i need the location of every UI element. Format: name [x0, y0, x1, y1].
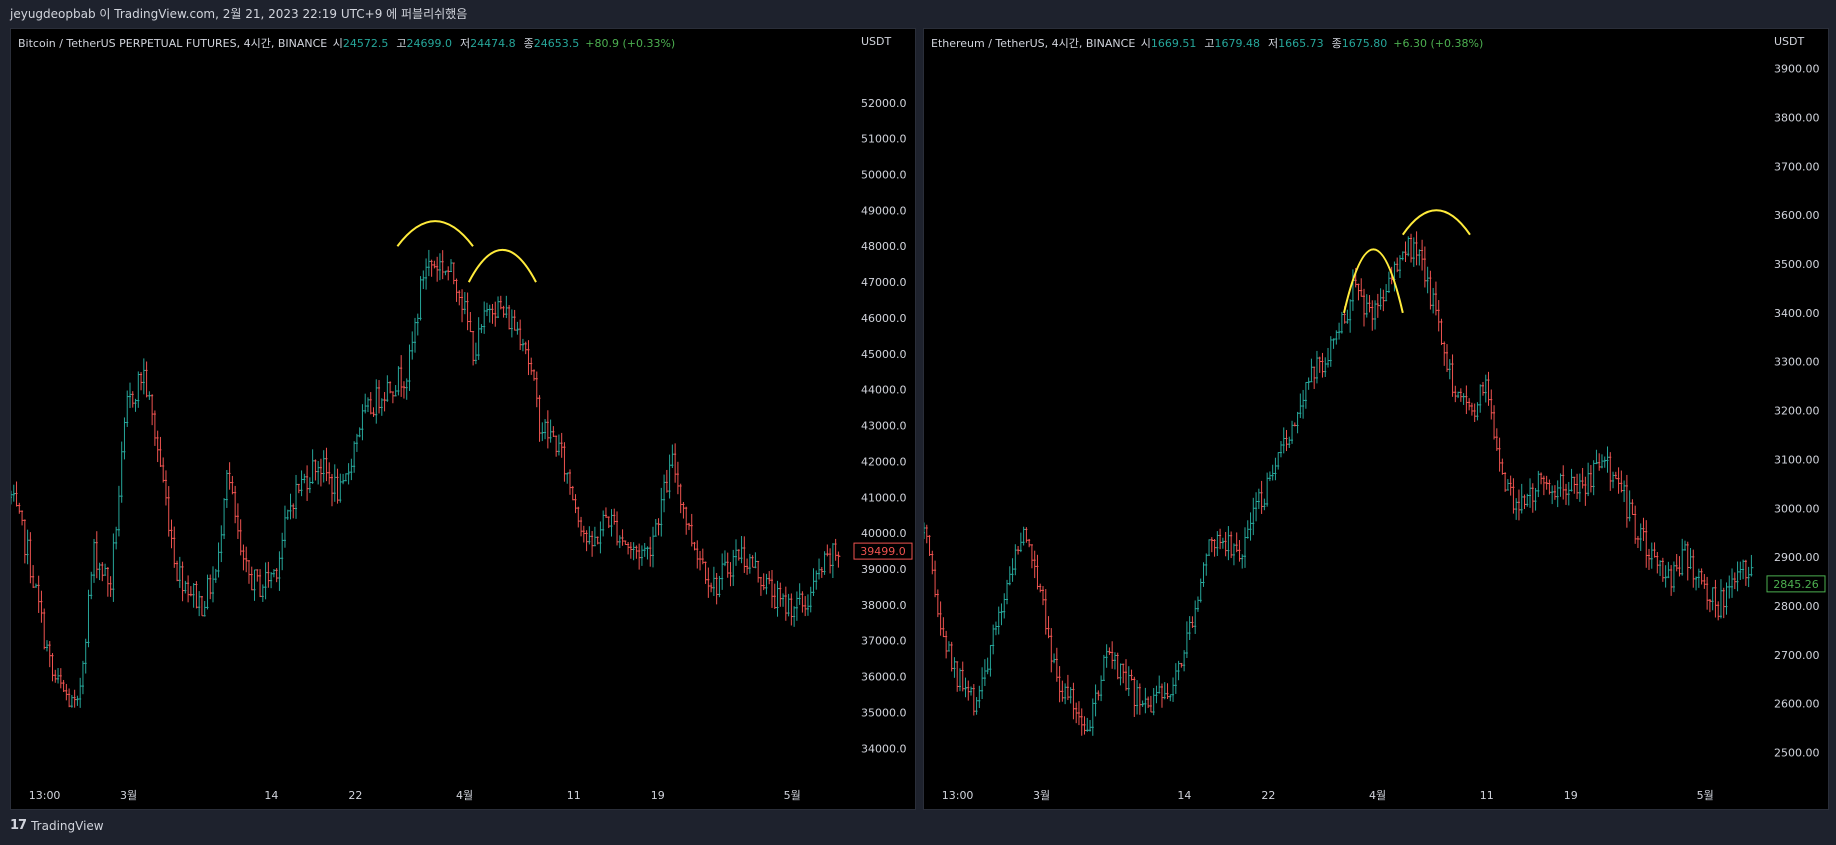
eth-close: 1675.80: [1341, 37, 1388, 50]
eth-low: 1665.73: [1278, 37, 1324, 50]
btc-y-tick-label: 52000.0: [861, 97, 907, 110]
eth-symbol: Ethereum / TetherUS, 4시간, BINANCE: [931, 37, 1136, 50]
btc-y-tick-label: 41000.0: [861, 491, 907, 504]
eth-y-tick-label: 2700.00: [1774, 649, 1820, 662]
btc-y-tick-label: 48000.0: [861, 240, 907, 253]
eth-high: 1679.48: [1214, 37, 1261, 50]
btc-y-tick-label: 36000.0: [861, 671, 907, 684]
eth-x-tick-label: 11: [1480, 789, 1494, 802]
btc-y-tick-label: 47000.0: [861, 276, 907, 289]
btc-y-tick-label: 34000.0: [861, 742, 907, 755]
eth-annotation-arc: [1401, 209, 1471, 236]
btc-y-tick-label: 38000.0: [861, 599, 907, 612]
btc-high: 24699.0: [406, 37, 452, 50]
eth-y-tick-label: 2600.00: [1774, 698, 1820, 711]
btc-y-tick-label: 37000.0: [861, 635, 907, 648]
eth-y-tick-label: 3000.00: [1774, 502, 1820, 515]
btc-change: +80.9 (+0.33%): [585, 37, 676, 50]
eth-currency-label: USDT: [1774, 35, 1805, 48]
btc-x-tick-label: 11: [567, 789, 581, 802]
btc-x-tick-label: 19: [651, 789, 665, 802]
btc-y-tick-label: 40000.0: [861, 527, 907, 540]
eth-x-tick-label: 19: [1564, 789, 1578, 802]
btc-x-tick-label: 13:00: [29, 789, 61, 802]
btc-annotation-arc: [396, 220, 474, 247]
btc-legend: Bitcoin / TetherUS PERPETUAL FUTURES, 4시…: [18, 37, 676, 50]
btc-y-tick-label: 49000.0: [861, 204, 907, 217]
btc-chart-pane[interactable]: Bitcoin / TetherUS PERPETUAL FUTURES, 4시…: [10, 28, 916, 810]
eth-y-tick-label: 2500.00: [1774, 747, 1820, 760]
btc-y-tick-label: 45000.0: [861, 348, 907, 361]
eth-y-tick-label: 3900.00: [1774, 63, 1820, 76]
eth-x-tick-label: 14: [1177, 789, 1191, 802]
eth-last-price-label: 2845.26: [1773, 578, 1819, 591]
tradingview-brand: TradingView: [31, 818, 104, 833]
eth-y-tick-label: 3700.00: [1774, 160, 1820, 173]
publish-info: jeyugdeopbab 이 TradingView.com, 2월 21, 2…: [10, 7, 468, 21]
btc-y-tick-label: 46000.0: [861, 312, 907, 325]
btc-y-tick-label: 35000.0: [861, 706, 907, 719]
eth-y-tick-label: 2900.00: [1774, 551, 1820, 564]
btc-y-tick-label: 51000.0: [861, 133, 907, 146]
eth-open: 1669.51: [1150, 37, 1197, 50]
btc-y-tick-label: 39000.0: [861, 563, 907, 576]
btc-currency-label: USDT: [861, 35, 892, 48]
btc-y-tick-label: 50000.0: [861, 169, 907, 182]
btc-y-tick-label: 42000.0: [861, 455, 907, 468]
btc-close: 24653.5: [533, 37, 580, 50]
btc-low: 24474.8: [470, 37, 516, 50]
eth-chart-svg[interactable]: USDT 3900.00 3800.00 3700.00 3600.00 3500.00 3…: [924, 29, 1830, 811]
eth-x-tick-label: 4월: [1369, 789, 1386, 802]
btc-annotation-arc: [467, 249, 537, 283]
eth-y-tick-label: 3100.00: [1774, 453, 1820, 466]
btc-x-tick-label: 4월: [456, 789, 473, 802]
footer: 17 TradingView: [10, 818, 104, 833]
eth-change: +6.30 (+0.38%): [1393, 37, 1484, 50]
btc-open: 24572.5: [342, 37, 389, 50]
eth-x-tick-label: 3월: [1033, 789, 1050, 802]
btc-last-price-label: 39499.0: [860, 545, 906, 558]
btc-x-tick-label: 22: [348, 789, 362, 802]
btc-x-tick-label: 14: [264, 789, 278, 802]
btc-x-tick-label: 5월: [784, 789, 801, 802]
eth-chart-pane[interactable]: Ethereum / TetherUS, 4시간, BINANCE 시1669.…: [923, 28, 1829, 810]
eth-y-tick-label: 3800.00: [1774, 111, 1820, 124]
btc-x-tick-label: 3월: [120, 789, 137, 802]
eth-x-tick-label: 5월: [1697, 789, 1714, 802]
eth-y-tick-label: 3600.00: [1774, 209, 1820, 222]
eth-y-tick-label: 3400.00: [1774, 307, 1820, 320]
btc-y-tick-label: 44000.0: [861, 384, 907, 397]
btc-chart-svg[interactable]: USDT 52000.0 51000.0 50000.0 49000.0 48000.0 4…: [11, 29, 917, 811]
eth-y-tick-label: 2800.00: [1774, 600, 1820, 613]
eth-x-tick-label: 22: [1261, 789, 1275, 802]
btc-symbol: Bitcoin / TetherUS PERPETUAL FUTURES, 4시…: [18, 37, 328, 50]
eth-y-tick-label: 3500.00: [1774, 258, 1820, 271]
eth-x-tick-label: 13:00: [942, 789, 974, 802]
tradingview-logo-icon: 17: [10, 818, 27, 833]
btc-y-tick-label: 43000.0: [861, 420, 907, 433]
eth-y-tick-label: 3200.00: [1774, 405, 1820, 418]
eth-y-tick-label: 3300.00: [1774, 356, 1820, 369]
eth-legend: Ethereum / TetherUS, 4시간, BINANCE 시1669.…: [931, 37, 1484, 50]
